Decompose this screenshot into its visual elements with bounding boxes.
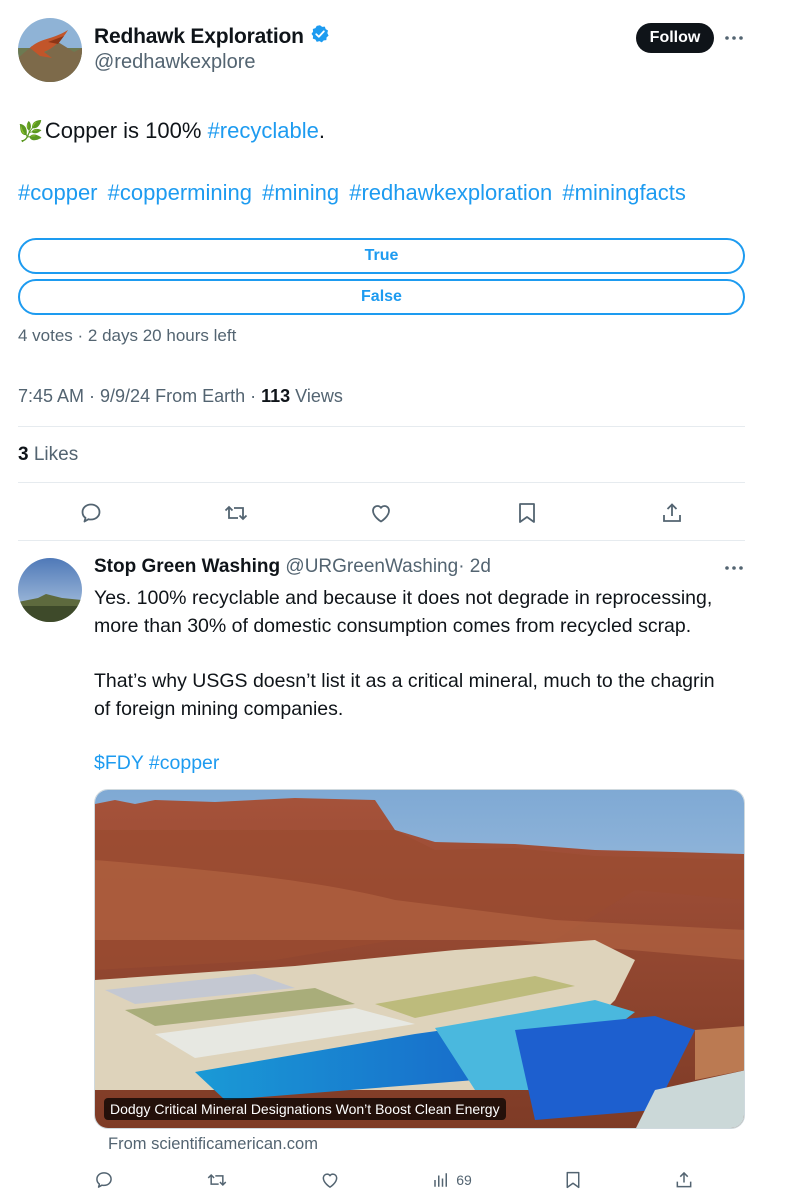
views-count: 113 [261, 386, 291, 406]
hashtag-link[interactable]: #copper [18, 180, 98, 205]
like-heart-icon[interactable] [366, 498, 396, 528]
link-card-image[interactable] [94, 789, 745, 1129]
reply-time[interactable]: · 2d [458, 556, 491, 577]
hashtag-link[interactable]: #mining [262, 180, 339, 205]
hashtag-link[interactable]: #copper [149, 752, 219, 774]
reply-more-options-icon[interactable] [722, 556, 746, 580]
likes-number: 3 [18, 444, 29, 465]
tweet-text-suffix: . [318, 118, 325, 143]
reply-text-line: more than 30% of domestic consumption co… [94, 615, 692, 637]
verified-badge-icon [310, 24, 330, 50]
hashtag-link[interactable]: #coppermining [108, 180, 252, 205]
reply-author-name[interactable]: Stop Green Washing [94, 556, 280, 577]
reply-views-count: 69 [456, 1172, 472, 1188]
reply-paragraph-2: That’s why USGS doesn’t list it as a cri… [94, 667, 754, 723]
reply-header: Stop Green Washing @URGreenWashing· 2d [94, 556, 491, 578]
tweet-text-prefix: Copper is 100% [44, 118, 208, 143]
likes-label: Likes [28, 444, 79, 465]
reply-tags: $FDY #copper [94, 749, 754, 777]
reply-icon[interactable] [76, 498, 106, 528]
tweet-text: 🌿 Copper is 100% #recyclable . [18, 118, 325, 144]
reply-text-line: Yes. 100% recyclable and because it does… [94, 587, 713, 609]
reply-actions: 69 [94, 1166, 694, 1194]
divider [18, 540, 745, 541]
hashtag-link[interactable]: #redhawkexploration [349, 180, 552, 205]
cashtag-link[interactable]: $FDY [94, 752, 144, 774]
reply-paragraph-1: Yes. 100% recyclable and because it does… [94, 584, 754, 640]
share-icon[interactable] [657, 498, 687, 528]
link-card-source[interactable]: From scientificamerican.com [108, 1135, 318, 1154]
author-handle[interactable]: @redhawkexplore [94, 51, 256, 74]
bookmark-icon[interactable] [512, 498, 542, 528]
share-icon[interactable] [674, 1170, 694, 1190]
follow-button[interactable]: Follow [636, 23, 714, 53]
divider [18, 482, 745, 483]
repost-icon[interactable] [221, 498, 251, 528]
tweet-timestamp[interactable]: 7:45 AM · 9/9/24 From Earth · [18, 386, 261, 406]
author-avatar[interactable] [18, 18, 82, 82]
repost-icon[interactable] [206, 1170, 228, 1190]
herb-emoji-icon: 🌿 [18, 120, 43, 143]
likes-count[interactable]: 3 Likes [18, 444, 78, 466]
tweet-actions [18, 496, 745, 530]
reply-author-handle[interactable]: @URGreenWashing [285, 556, 458, 577]
hashtag-link[interactable]: #miningfacts [562, 180, 686, 205]
reply-icon[interactable] [94, 1170, 114, 1190]
poll-option-false[interactable]: False [18, 279, 745, 315]
like-heart-icon[interactable] [320, 1170, 340, 1190]
divider [18, 426, 745, 427]
reply-text-line: of foreign mining companies. [94, 698, 344, 720]
reply-avatar[interactable] [18, 558, 82, 622]
tweet-meta: 7:45 AM · 9/9/24 From Earth · 113 Views [18, 386, 343, 407]
hashtag-line: #copper #coppermining #mining #redhawkex… [18, 180, 690, 206]
poll-meta: 4 votes · 2 days 20 hours left [18, 326, 237, 345]
author-name[interactable]: Redhawk Exploration [94, 24, 330, 50]
hashtag-recyclable-link[interactable]: #recyclable [208, 118, 319, 144]
more-options-icon[interactable] [722, 26, 746, 50]
link-card-caption: Dodgy Critical Mineral Designations Won’… [104, 1098, 506, 1120]
bookmark-icon[interactable] [564, 1170, 582, 1190]
author-name-text[interactable]: Redhawk Exploration [94, 25, 304, 49]
reply-text-line: That’s why USGS doesn’t list it as a cri… [94, 670, 715, 692]
poll-option-true[interactable]: True [18, 238, 745, 274]
views-icon[interactable]: 69 [432, 1171, 472, 1189]
views-label: Views [290, 386, 343, 406]
